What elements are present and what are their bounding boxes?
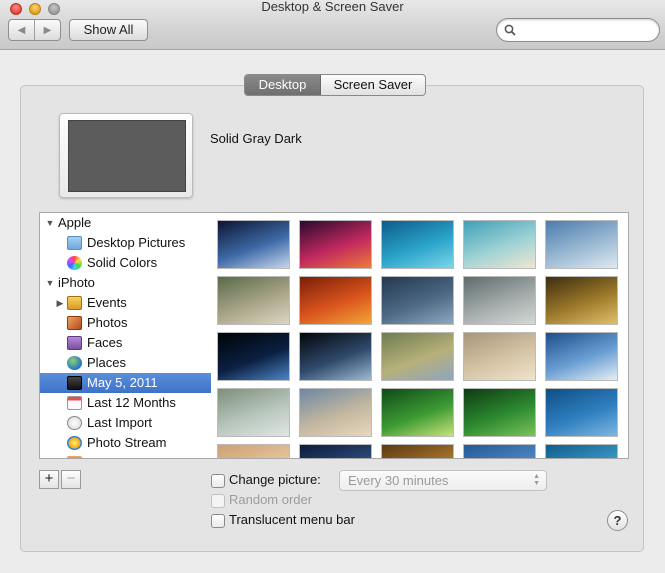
wallpaper-thumb-grass-field[interactable]: [217, 276, 290, 325]
source-item-faces[interactable]: Faces: [40, 333, 211, 353]
events-icon: [67, 296, 82, 310]
partial-icon: [67, 456, 82, 458]
source-item-partial: [40, 453, 211, 458]
search-input[interactable]: [521, 22, 651, 38]
wallpaper-thumb-ice-floes[interactable]: [545, 332, 618, 381]
wallpaper-grid: [211, 212, 629, 459]
wallpaper-thumb-blue-texture[interactable]: [545, 388, 618, 437]
source-item-solid-colors[interactable]: Solid Colors: [40, 253, 211, 273]
back-forward-control: ◀ ▶: [8, 19, 61, 41]
wallpaper-thumb-blue-water[interactable]: [381, 220, 454, 269]
wallpaper-thumb-lily-pads[interactable]: [217, 388, 290, 437]
wallpaper-thumb-golden-forest[interactable]: [545, 276, 618, 325]
source-item-last-import[interactable]: Last Import: [40, 413, 211, 433]
wallpaper-thumb-frog[interactable]: [381, 388, 454, 437]
random-order-checkbox[interactable]: [211, 494, 225, 508]
change-interval-popup[interactable]: Every 30 minutes ▲ ▼: [339, 470, 547, 491]
wallpaper-thumb-foggy-lake[interactable]: [463, 276, 536, 325]
source-item-places[interactable]: Places: [40, 353, 211, 373]
translucent-menu-bar-checkbox[interactable]: [211, 514, 225, 528]
disclosure-triangle-icon[interactable]: ▼: [45, 213, 55, 233]
random-order-label: Random order: [229, 492, 313, 507]
wallpaper-thumb-flamingos[interactable]: [463, 332, 536, 381]
source-item-desktop-pictures[interactable]: Desktop Pictures: [40, 233, 211, 253]
back-button[interactable]: ◀: [9, 20, 35, 40]
wallpaper-thumb-abstract-mist[interactable]: [299, 388, 372, 437]
popup-arrows-icon: ▲ ▼: [533, 473, 540, 487]
wallpaper-thumb-earth-horizon[interactable]: [217, 332, 290, 381]
forward-button[interactable]: ▶: [35, 20, 60, 40]
wallpaper-thumb-blue-sky-partial[interactable]: [463, 444, 536, 458]
tab-control: Desktop Screen Saver: [244, 74, 426, 96]
source-item-photos[interactable]: Photos: [40, 313, 211, 333]
source-group-apple[interactable]: ▼ Apple: [40, 213, 211, 233]
change-interval-value: Every 30 minutes: [348, 473, 449, 488]
change-picture-checkbox[interactable]: [211, 474, 225, 488]
wallpaper-thumb-beach[interactable]: [463, 220, 536, 269]
wallpaper-thumb-aqua-partial[interactable]: [545, 444, 618, 458]
globe-icon: [67, 356, 82, 370]
wallpaper-thumb-antelope-canyon[interactable]: [299, 220, 372, 269]
help-button[interactable]: ?: [607, 510, 628, 531]
wallpaper-thumb-dark-blue-partial[interactable]: [299, 444, 372, 458]
source-item-photo-stream[interactable]: Photo Stream: [40, 433, 211, 453]
window-title: Desktop & Screen Saver: [261, 0, 404, 14]
wallpaper-thumb-green-grass[interactable]: [463, 388, 536, 437]
translucent-menu-bar-label: Translucent menu bar: [229, 512, 355, 527]
tab-desktop[interactable]: Desktop: [245, 75, 321, 95]
photos-icon: [67, 316, 82, 330]
wallpaper-thumb-autumn-leaves[interactable]: [299, 276, 372, 325]
show-all-button[interactable]: Show All: [69, 19, 148, 41]
faces-icon: [67, 336, 82, 350]
import-icon: [67, 416, 82, 430]
album-icon: [67, 376, 82, 390]
wallpaper-thumb-earth-space[interactable]: [299, 332, 372, 381]
add-folder-button[interactable]: +: [39, 470, 59, 489]
wallpaper-thumb-galaxy[interactable]: [217, 220, 290, 269]
wallpaper-thumb-winter-trees[interactable]: [545, 220, 618, 269]
disclosure-triangle-icon[interactable]: ▶: [55, 293, 65, 313]
change-picture-label: Change picture:: [229, 472, 321, 487]
source-list: ▼ Apple Desktop Pictures Solid Colors ▼ …: [39, 212, 212, 459]
search-icon: [504, 24, 516, 36]
source-item-events[interactable]: ▶ Events: [40, 293, 211, 313]
source-group-iphoto[interactable]: ▼ iPhoto: [40, 273, 211, 293]
remove-folder-button[interactable]: −: [61, 470, 81, 489]
wallpaper-thumb-rain-ripples[interactable]: [381, 276, 454, 325]
color-wheel-icon: [67, 256, 82, 270]
wallpaper-thumb-sunset-partial[interactable]: [217, 444, 290, 458]
tab-screen-saver[interactable]: Screen Saver: [321, 75, 425, 95]
disclosure-triangle-icon[interactable]: ▼: [45, 273, 55, 293]
search-field[interactable]: [496, 18, 660, 42]
photo-stream-icon: [67, 436, 82, 450]
title-bar: Desktop & Screen Saver ◀ ▶ Show All: [0, 0, 665, 50]
preview-swatch: [68, 120, 186, 192]
wallpaper-thumb-lion-partial[interactable]: [381, 444, 454, 458]
wallpaper-thumb-elephant[interactable]: [381, 332, 454, 381]
current-picture-preview: [59, 113, 193, 198]
source-item-last-12-months[interactable]: Last 12 Months: [40, 393, 211, 413]
calendar-icon: [67, 396, 82, 410]
current-picture-name: Solid Gray Dark: [210, 131, 302, 146]
source-item-may-5-2011[interactable]: May 5, 2011: [40, 373, 211, 393]
folder-icon: [67, 236, 82, 250]
